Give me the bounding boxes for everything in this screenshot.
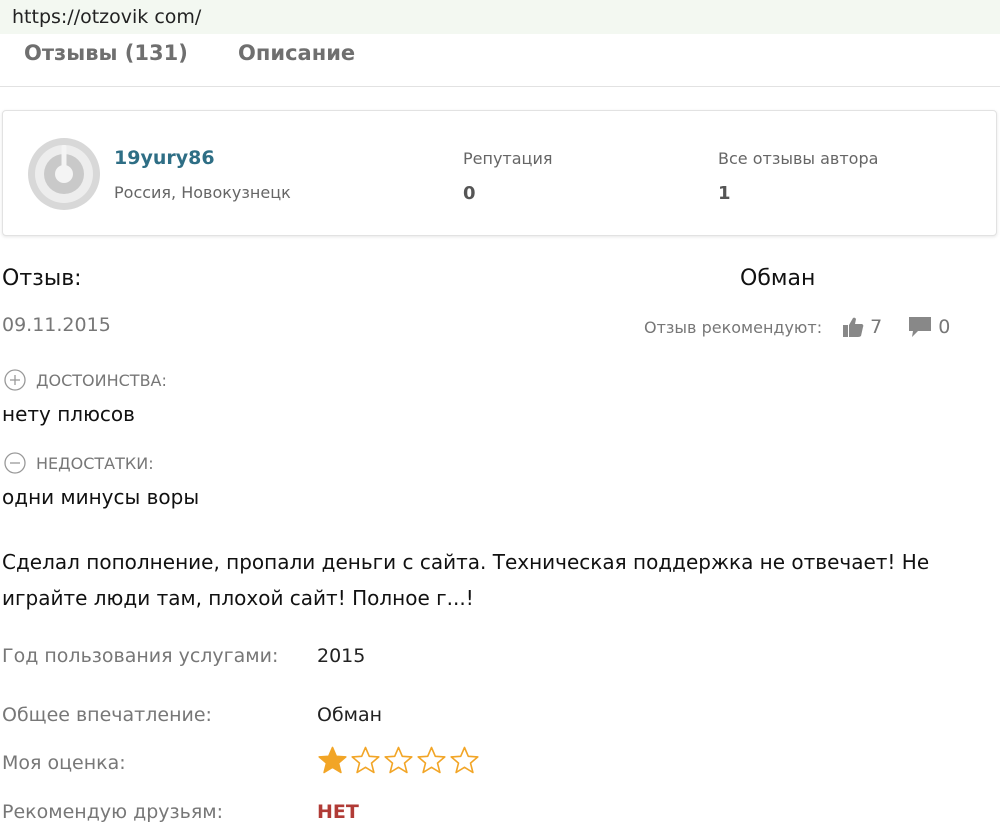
tab-reviews[interactable]: Отзывы (131) [24,41,188,65]
tab-description[interactable]: Описание [238,41,355,65]
recommend-label: Отзыв рекомендуют: [644,317,823,337]
rating-stars [318,746,479,775]
usage-year-label: Год пользования услугами: [2,645,279,667]
browser-url-bar[interactable]: https://otzovik com/ [0,0,1000,34]
review-date: 09.11.2015 [2,314,111,336]
star-empty-icon [351,746,380,774]
review-recommend-bar: Отзыв рекомендуют: 7 0 [644,314,974,340]
pros-heading: ДОСТОИНСТВА: [4,368,167,392]
all-reviews-count-link[interactable]: 1 [718,183,731,204]
usage-year-value: 2015 [317,645,366,667]
cons-heading: НЕДОСТАТКИ: [4,451,154,475]
default-avatar-icon[interactable] [27,137,101,211]
thumbs-up-icon[interactable] [842,316,864,338]
pros-label: ДОСТОИНСТВА: [36,370,167,390]
reputation-label: Репутация [463,149,553,168]
author-name-link[interactable]: 19yury86 [114,147,215,169]
review-label: Отзыв: [2,266,82,291]
minus-circle-icon [4,452,26,474]
reputation-value: 0 [463,183,476,204]
cons-label: НЕДОСТАТКИ: [36,453,154,473]
review-body: Сделал пополнение, пропали деньги с сайт… [2,550,930,610]
author-card: 19yury86 Россия, Новокузнецк Репутация 0… [2,110,997,236]
recommend-friends-label: Рекомендую друзьям: [2,801,224,823]
author-location: Россия, Новокузнецк [114,183,291,202]
tab-bar: Отзывы (131) Описание [0,34,1000,87]
cons-text: одни минусы воры [2,485,200,509]
comments-count: 0 [938,316,951,338]
pros-text: нету плюсов [2,402,135,426]
impression-value: Обман [317,704,383,726]
comment-icon[interactable] [908,316,932,338]
impression-label: Общее впечатление: [2,704,212,726]
recommend-friends-value: НЕТ [317,801,359,823]
star-empty-icon [417,746,446,774]
plus-circle-icon [4,369,26,391]
star-empty-icon [384,746,413,774]
all-reviews-label: Все отзывы автора [718,149,879,168]
star-filled-icon [318,746,347,774]
star-empty-icon [450,746,479,774]
rating-label: Моя оценка: [2,752,126,774]
likes-count: 7 [870,316,883,338]
review-title: Обман [740,266,816,291]
